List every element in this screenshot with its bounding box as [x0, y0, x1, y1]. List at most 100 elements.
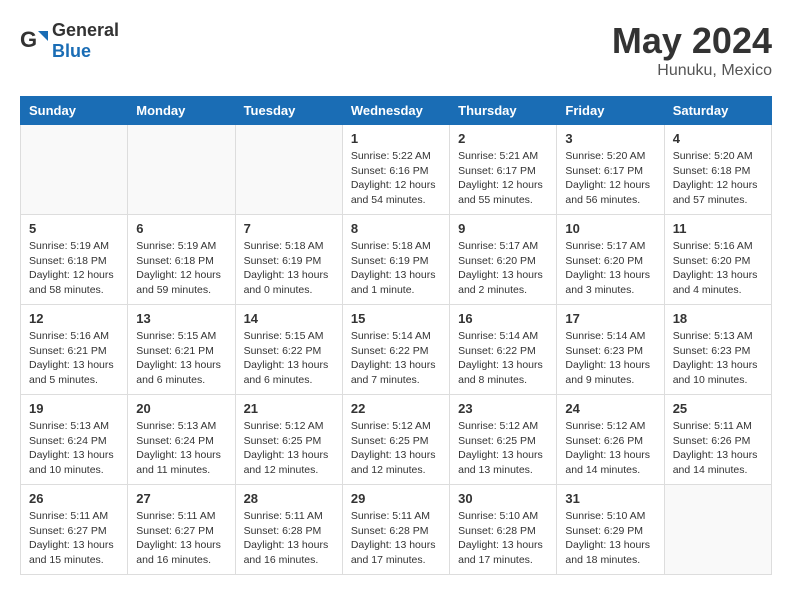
day-number: 8: [351, 221, 441, 236]
day-number: 26: [29, 491, 119, 506]
day-number: 1: [351, 131, 441, 146]
calendar-cell: 10 Sunrise: 5:17 AM Sunset: 6:20 PM Dayli…: [557, 215, 664, 305]
day-info: Sunrise: 5:10 AM Sunset: 6:29 PM Dayligh…: [565, 509, 655, 568]
day-number: 18: [673, 311, 763, 326]
day-info: Sunrise: 5:12 AM Sunset: 6:25 PM Dayligh…: [458, 419, 548, 478]
calendar-cell: 28 Sunrise: 5:11 AM Sunset: 6:28 PM Dayli…: [235, 485, 342, 575]
day-number: 23: [458, 401, 548, 416]
day-info: Sunrise: 5:13 AM Sunset: 6:24 PM Dayligh…: [29, 419, 119, 478]
calendar-cell: 23 Sunrise: 5:12 AM Sunset: 6:25 PM Dayli…: [450, 395, 557, 485]
day-info: Sunrise: 5:18 AM Sunset: 6:19 PM Dayligh…: [351, 239, 441, 298]
calendar-cell: 26 Sunrise: 5:11 AM Sunset: 6:27 PM Dayli…: [21, 485, 128, 575]
calendar-cell: 12 Sunrise: 5:16 AM Sunset: 6:21 PM Dayli…: [21, 305, 128, 395]
day-info: Sunrise: 5:17 AM Sunset: 6:20 PM Dayligh…: [458, 239, 548, 298]
calendar-cell: 7 Sunrise: 5:18 AM Sunset: 6:19 PM Daylig…: [235, 215, 342, 305]
header-wednesday: Wednesday: [342, 97, 449, 125]
day-number: 19: [29, 401, 119, 416]
calendar-cell: 6 Sunrise: 5:19 AM Sunset: 6:18 PM Daylig…: [128, 215, 235, 305]
calendar-cell: 20 Sunrise: 5:13 AM Sunset: 6:24 PM Dayli…: [128, 395, 235, 485]
day-number: 16: [458, 311, 548, 326]
day-number: 20: [136, 401, 226, 416]
day-number: 31: [565, 491, 655, 506]
header-friday: Friday: [557, 97, 664, 125]
calendar-cell: [21, 125, 128, 215]
day-info: Sunrise: 5:22 AM Sunset: 6:16 PM Dayligh…: [351, 149, 441, 208]
day-info: Sunrise: 5:12 AM Sunset: 6:26 PM Dayligh…: [565, 419, 655, 478]
day-info: Sunrise: 5:19 AM Sunset: 6:18 PM Dayligh…: [136, 239, 226, 298]
day-number: 21: [244, 401, 334, 416]
day-info: Sunrise: 5:11 AM Sunset: 6:28 PM Dayligh…: [244, 509, 334, 568]
page-header: G General Blue May 2024 Hunuku, Mexico: [20, 20, 772, 80]
calendar-location: Hunuku, Mexico: [612, 62, 772, 80]
calendar-cell: 29 Sunrise: 5:11 AM Sunset: 6:28 PM Dayli…: [342, 485, 449, 575]
week-row-3: 12 Sunrise: 5:16 AM Sunset: 6:21 PM Dayli…: [21, 305, 772, 395]
day-number: 12: [29, 311, 119, 326]
calendar-cell: 30Sunrise: 5:10 AM Sunset: 6:28 PM Dayli…: [450, 485, 557, 575]
calendar-cell: [128, 125, 235, 215]
day-info: Sunrise: 5:14 AM Sunset: 6:22 PM Dayligh…: [351, 329, 441, 388]
day-info: Sunrise: 5:10 AM Sunset: 6:28 PM Dayligh…: [458, 509, 548, 568]
calendar-cell: 27 Sunrise: 5:11 AM Sunset: 6:27 PM Dayli…: [128, 485, 235, 575]
calendar-table: SundayMondayTuesdayWednesdayThursdayFrid…: [20, 96, 772, 575]
day-number: 24: [565, 401, 655, 416]
day-number: 10: [565, 221, 655, 236]
calendar-cell: 18 Sunrise: 5:13 AM Sunset: 6:23 PM Dayli…: [664, 305, 771, 395]
header-thursday: Thursday: [450, 97, 557, 125]
week-row-4: 19 Sunrise: 5:13 AM Sunset: 6:24 PM Dayli…: [21, 395, 772, 485]
week-row-5: 26 Sunrise: 5:11 AM Sunset: 6:27 PM Dayli…: [21, 485, 772, 575]
day-number: 7: [244, 221, 334, 236]
day-info: Sunrise: 5:11 AM Sunset: 6:27 PM Dayligh…: [29, 509, 119, 568]
calendar-cell: 17 Sunrise: 5:14 AM Sunset: 6:23 PM Dayli…: [557, 305, 664, 395]
calendar-cell: 1 Sunrise: 5:22 AM Sunset: 6:16 PM Daylig…: [342, 125, 449, 215]
calendar-cell: 15 Sunrise: 5:14 AM Sunset: 6:22 PM Dayli…: [342, 305, 449, 395]
day-number: 11: [673, 221, 763, 236]
calendar-cell: 19 Sunrise: 5:13 AM Sunset: 6:24 PM Dayli…: [21, 395, 128, 485]
day-number: 27: [136, 491, 226, 506]
logo-blue-text: Blue: [52, 41, 91, 61]
day-info: Sunrise: 5:11 AM Sunset: 6:26 PM Dayligh…: [673, 419, 763, 478]
day-number: 25: [673, 401, 763, 416]
logo-general-text: General: [52, 20, 119, 40]
calendar-cell: 22Sunrise: 5:12 AM Sunset: 6:25 PM Dayli…: [342, 395, 449, 485]
day-number: 14: [244, 311, 334, 326]
day-number: 15: [351, 311, 441, 326]
day-info: Sunrise: 5:13 AM Sunset: 6:24 PM Dayligh…: [136, 419, 226, 478]
calendar-cell: 21Sunrise: 5:12 AM Sunset: 6:25 PM Dayli…: [235, 395, 342, 485]
day-info: Sunrise: 5:13 AM Sunset: 6:23 PM Dayligh…: [673, 329, 763, 388]
day-number: 6: [136, 221, 226, 236]
day-info: Sunrise: 5:11 AM Sunset: 6:27 PM Dayligh…: [136, 509, 226, 568]
week-row-2: 5 Sunrise: 5:19 AM Sunset: 6:18 PM Daylig…: [21, 215, 772, 305]
day-info: Sunrise: 5:18 AM Sunset: 6:19 PM Dayligh…: [244, 239, 334, 298]
day-info: Sunrise: 5:14 AM Sunset: 6:22 PM Dayligh…: [458, 329, 548, 388]
day-info: Sunrise: 5:14 AM Sunset: 6:23 PM Dayligh…: [565, 329, 655, 388]
calendar-cell: 25 Sunrise: 5:11 AM Sunset: 6:26 PM Dayli…: [664, 395, 771, 485]
calendar-cell: 3Sunrise: 5:20 AM Sunset: 6:17 PM Daylig…: [557, 125, 664, 215]
svg-text:G: G: [20, 27, 37, 52]
day-number: 13: [136, 311, 226, 326]
calendar-cell: 8 Sunrise: 5:18 AM Sunset: 6:19 PM Daylig…: [342, 215, 449, 305]
day-number: 5: [29, 221, 119, 236]
day-info: Sunrise: 5:15 AM Sunset: 6:21 PM Dayligh…: [136, 329, 226, 388]
logo-icon: G: [20, 27, 48, 55]
calendar-cell: [664, 485, 771, 575]
calendar-cell: 5Sunrise: 5:19 AM Sunset: 6:18 PM Daylig…: [21, 215, 128, 305]
header-tuesday: Tuesday: [235, 97, 342, 125]
day-info: Sunrise: 5:17 AM Sunset: 6:20 PM Dayligh…: [565, 239, 655, 298]
day-number: 4: [673, 131, 763, 146]
week-row-1: 1 Sunrise: 5:22 AM Sunset: 6:16 PM Daylig…: [21, 125, 772, 215]
day-number: 28: [244, 491, 334, 506]
day-info: Sunrise: 5:16 AM Sunset: 6:20 PM Dayligh…: [673, 239, 763, 298]
day-info: Sunrise: 5:16 AM Sunset: 6:21 PM Dayligh…: [29, 329, 119, 388]
day-info: Sunrise: 5:11 AM Sunset: 6:28 PM Dayligh…: [351, 509, 441, 568]
calendar-cell: 31 Sunrise: 5:10 AM Sunset: 6:29 PM Dayli…: [557, 485, 664, 575]
day-info: Sunrise: 5:15 AM Sunset: 6:22 PM Dayligh…: [244, 329, 334, 388]
day-number: 9: [458, 221, 548, 236]
day-number: 17: [565, 311, 655, 326]
calendar-cell: 11 Sunrise: 5:16 AM Sunset: 6:20 PM Dayli…: [664, 215, 771, 305]
day-info: Sunrise: 5:20 AM Sunset: 6:18 PM Dayligh…: [673, 149, 763, 208]
day-number: 29: [351, 491, 441, 506]
title-block: May 2024 Hunuku, Mexico: [612, 20, 772, 80]
logo: G General Blue: [20, 20, 119, 62]
calendar-title: May 2024: [612, 20, 772, 62]
day-info: Sunrise: 5:20 AM Sunset: 6:17 PM Dayligh…: [565, 149, 655, 208]
